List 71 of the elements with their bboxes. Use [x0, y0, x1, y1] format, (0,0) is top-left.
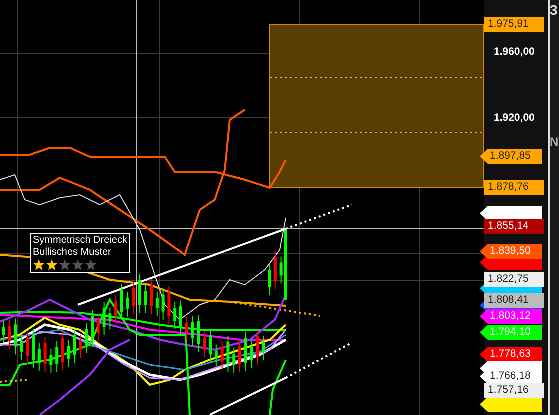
candlestick	[20, 334, 24, 360]
candlestick	[274, 251, 277, 290]
candlestick	[32, 328, 35, 369]
pattern-type: Bullisches Muster	[33, 247, 112, 259]
candlestick	[214, 344, 218, 368]
price-tag: 1.975,91	[484, 17, 544, 32]
price-tag: 1.803,12	[480, 309, 542, 324]
candlestick	[144, 284, 148, 314]
panel-text: 3	[550, 1, 559, 18]
star-icon	[59, 259, 71, 271]
candlestick	[67, 340, 70, 368]
candlestick	[14, 318, 18, 356]
candlestick	[197, 314, 200, 353]
candlestick	[79, 334, 82, 359]
candlestick	[185, 317, 188, 341]
price-tag: 1.778,63	[480, 347, 542, 362]
star-icon	[46, 259, 58, 271]
price-tag: 1.878,76	[484, 180, 544, 195]
candlestick	[96, 314, 100, 342]
candlestick	[73, 328, 76, 364]
candlestick	[162, 288, 165, 320]
star-icon	[85, 259, 97, 271]
candlestick	[126, 291, 130, 318]
candlestick	[244, 332, 248, 372]
star-icon	[33, 259, 45, 271]
price-level-label: 1.920,00	[494, 111, 535, 126]
price-level-label: 1.960,00	[494, 45, 535, 60]
candlestick	[180, 300, 182, 336]
candlestick	[108, 307, 112, 330]
candlestick	[26, 332, 30, 366]
candlestick	[102, 302, 106, 336]
candlestick	[91, 310, 94, 348]
pattern-name: Symmetrisch Dreieck	[33, 235, 128, 247]
candlestick	[156, 292, 159, 317]
candlestick	[250, 340, 254, 370]
candlestick	[38, 342, 41, 372]
candlestick	[120, 284, 124, 321]
candlestick	[226, 336, 230, 373]
candlestick	[268, 264, 271, 296]
candlestick	[203, 331, 206, 358]
star-icon	[72, 259, 84, 271]
candlestick	[8, 319, 12, 350]
candlestick	[138, 274, 142, 314]
candlestick	[2, 320, 6, 344]
panel-text: N	[550, 135, 559, 149]
price-tag: 1.757,16	[484, 383, 544, 398]
candlestick	[256, 330, 260, 366]
candlestick	[56, 340, 59, 373]
candlestick	[262, 336, 266, 362]
candlestick	[62, 332, 64, 371]
candlestick	[50, 348, 53, 374]
projection-line	[286, 342, 352, 379]
candlestick	[174, 302, 177, 330]
candlestick	[150, 278, 153, 315]
candlestick	[220, 340, 224, 370]
candlestick	[132, 282, 136, 315]
candlestick	[238, 340, 242, 374]
candlestick	[232, 347, 236, 374]
candlestick	[209, 329, 212, 364]
price-tag: 1.855,14	[484, 219, 544, 234]
price-tag: 1.794,10	[480, 325, 542, 340]
price-tag: 1.822,75	[484, 272, 544, 287]
price-tag: 1.839,50	[480, 244, 542, 259]
candlestick	[114, 295, 118, 326]
projection-line	[286, 204, 352, 230]
price-tag: 1.897,85	[480, 149, 542, 164]
price-tag: 1.766,18	[480, 369, 542, 384]
candlestick	[191, 316, 194, 347]
candlestick	[85, 322, 88, 354]
candlestick	[44, 337, 47, 374]
candlestick	[168, 286, 171, 325]
